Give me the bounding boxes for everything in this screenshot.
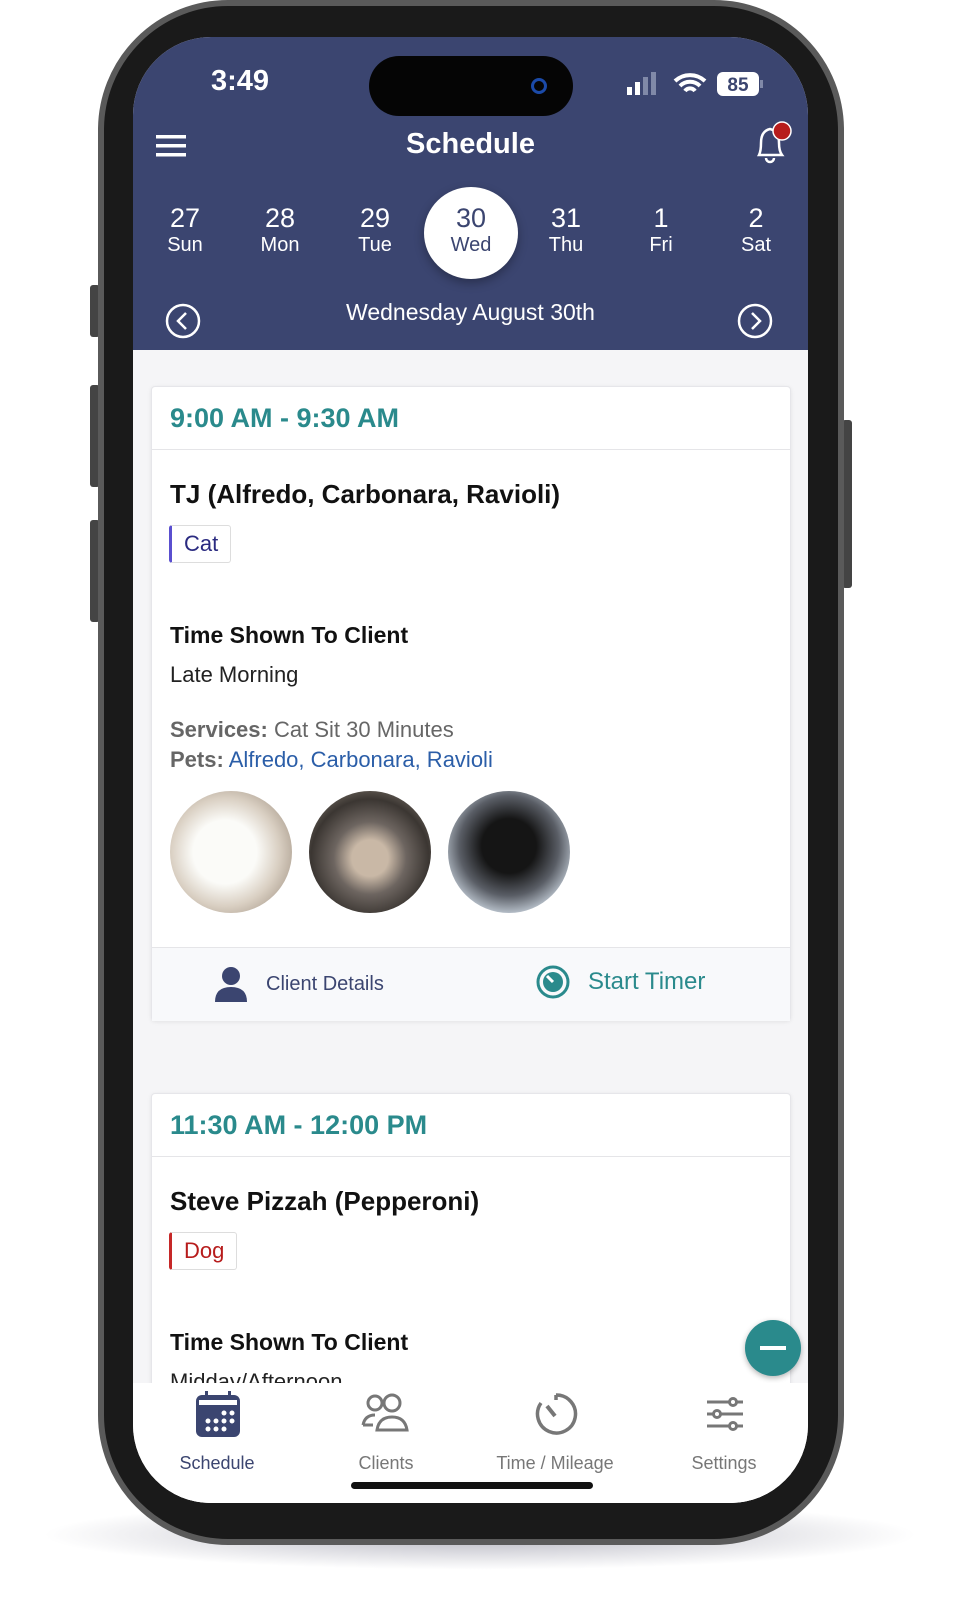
status-icons: 85 xyxy=(627,72,763,96)
start-timer-label: Start Timer xyxy=(588,968,706,995)
time-shown-label: Time Shown To Client xyxy=(170,1329,409,1355)
time-shown-value: Late Morning xyxy=(170,662,299,687)
home-indicator xyxy=(351,1482,593,1489)
day-sat[interactable]: 2 Sat xyxy=(709,187,803,279)
page-title: Schedule xyxy=(406,128,535,160)
day-sun[interactable]: 27 Sun xyxy=(138,187,232,279)
client-details-button[interactable]: Client Details xyxy=(214,966,384,1002)
time-shown-label: Time Shown To Client xyxy=(170,622,409,648)
card-actions: Client Details Start Timer xyxy=(152,947,790,1021)
pet-photo-alfredo[interactable] xyxy=(170,791,292,913)
timer-icon xyxy=(536,965,570,999)
day-tue[interactable]: 29 Tue xyxy=(328,187,422,279)
day-fri[interactable]: 1 Fri xyxy=(614,187,708,279)
pets-link[interactable]: Alfredo, Carbonara, Ravioli xyxy=(229,747,493,772)
appointment-card[interactable]: 9:00 AM - 9:30 AM TJ (Alfredo, Carbonara… xyxy=(151,386,791,1021)
appointment-time: 11:30 AM - 12:00 PM xyxy=(152,1094,790,1157)
pet-photo-ravioli[interactable] xyxy=(448,791,570,913)
battery-level: 85 xyxy=(727,75,749,96)
app-screen: 3:49 85 Schedule 27 Sun 28 Mon 29 Tue 30 Wed… xyxy=(133,37,808,1503)
calendar-icon xyxy=(196,1391,240,1437)
start-timer-button[interactable]: Start Timer xyxy=(536,965,705,999)
selected-date: Wednesday August 30th xyxy=(346,299,595,325)
header: 3:49 85 Schedule 27 Sun 28 Mon 29 Tue 30 Wed… xyxy=(133,37,808,350)
appointment-time: 9:00 AM - 9:30 AM xyxy=(152,387,790,450)
day-wed-selected[interactable]: 30 Wed xyxy=(424,187,518,279)
client-name: TJ (Alfredo, Carbonara, Ravioli) xyxy=(170,479,561,509)
collapse-fab-button[interactable] xyxy=(745,1320,801,1376)
dynamic-island xyxy=(369,56,573,116)
bottom-tab-bar: Schedule Clients Time / Mileage Settings xyxy=(133,1383,808,1503)
day-thu[interactable]: 31 Thu xyxy=(519,187,613,279)
bell-icon[interactable] xyxy=(751,121,793,167)
pet-type-tag: Cat xyxy=(169,525,232,563)
notification-dot xyxy=(772,121,792,141)
sliders-icon xyxy=(707,1397,743,1431)
minus-icon xyxy=(760,1346,786,1350)
tab-time-mileage[interactable]: Time / Mileage xyxy=(475,1453,635,1474)
client-details-label: Client Details xyxy=(266,972,384,995)
services-label: Services: xyxy=(170,717,268,742)
services-value: Cat Sit 30 Minutes xyxy=(273,717,454,742)
tab-clients[interactable]: Clients xyxy=(306,1453,466,1474)
person-icon xyxy=(215,967,247,1002)
status-time: 3:49 xyxy=(211,65,270,97)
users-icon xyxy=(361,1393,409,1432)
chevron-right-icon[interactable] xyxy=(737,303,773,339)
tab-settings[interactable]: Settings xyxy=(644,1453,804,1474)
day-mon[interactable]: 28 Mon xyxy=(233,187,327,279)
pets-label: Pets: xyxy=(170,747,224,772)
tab-schedule[interactable]: Schedule xyxy=(137,1453,297,1474)
pet-type-tag: Dog xyxy=(169,1232,238,1270)
pet-photo-carbonara[interactable] xyxy=(309,791,431,913)
stopwatch-icon xyxy=(535,1393,578,1435)
client-name: Steve Pizzah (Pepperoni) xyxy=(170,1186,480,1216)
